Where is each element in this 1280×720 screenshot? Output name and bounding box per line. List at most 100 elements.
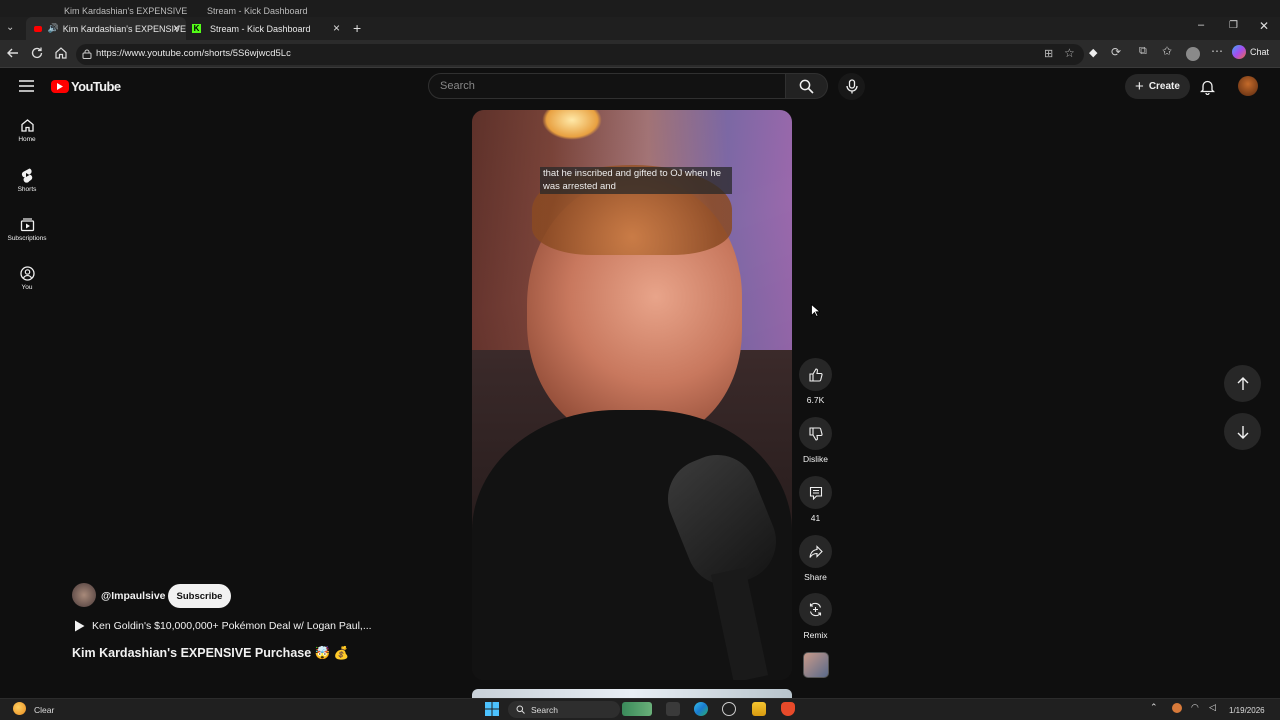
related-video-title: Ken Goldin's $10,000,000+ Pokémon Deal w…	[92, 620, 372, 632]
remix-icon	[809, 602, 822, 617]
shorts-icon	[21, 168, 33, 183]
tab-bar: ⌄ 🔊 Kim Kardashian's EXPENSIVE × K Strea…	[0, 17, 1280, 40]
comments-button[interactable]	[799, 476, 832, 509]
youtube-favicon-icon	[34, 25, 42, 32]
ghost-tab-title: Stream - Kick Dashboard	[207, 6, 308, 16]
speaker-icon: 🔊	[47, 23, 59, 33]
next-short-preview[interactable]	[472, 689, 792, 698]
sidebar-item-label: Subscriptions	[7, 235, 47, 242]
menu-icon[interactable]	[19, 80, 34, 92]
favorites-icon[interactable]: ✩	[1162, 44, 1172, 58]
wifi-icon[interactable]: ◠	[1191, 702, 1199, 713]
split-screen-icon[interactable]: ⧉	[1139, 45, 1147, 58]
play-icon	[75, 620, 85, 632]
create-button[interactable]: + Create	[1125, 74, 1190, 99]
tray-app-icon[interactable]	[1172, 703, 1182, 713]
video-caption: that he inscribed and gifted to OJ when …	[540, 167, 732, 194]
thumbs-up-icon	[808, 367, 823, 382]
home-browser-icon[interactable]	[54, 46, 68, 60]
previous-short-button[interactable]	[1224, 365, 1261, 402]
address-bar: https://www.youtube.com/shorts/5S6wjwcd5…	[0, 40, 1280, 68]
subscriptions-icon	[20, 218, 34, 232]
search-input[interactable]: Search	[428, 73, 786, 99]
notifications-bell-icon[interactable]	[1200, 79, 1215, 95]
brave-icon[interactable]	[781, 702, 795, 716]
reload-icon[interactable]	[30, 46, 44, 60]
search-placeholder: Search	[440, 80, 475, 92]
copilot-icon	[1232, 45, 1246, 59]
copilot-chat-button[interactable]: Chat	[1232, 45, 1269, 59]
short-video-player[interactable]	[472, 110, 792, 680]
youtube-logo[interactable]: YouTube	[51, 79, 121, 94]
windows-taskbar: Clear Search ⌃ ◠ ◁ 1/19/2026	[0, 698, 1280, 720]
site-info-icon[interactable]	[82, 49, 92, 59]
remix-label: Remix	[803, 630, 828, 640]
share-button[interactable]	[799, 535, 832, 568]
taskbar-search[interactable]: Search	[508, 701, 620, 718]
taskbar-widget-icon[interactable]	[622, 702, 652, 716]
tab-title: Kim Kardashian's EXPENSIVE	[62, 23, 186, 34]
voice-search-button[interactable]	[838, 73, 865, 100]
tab-kick[interactable]: K Stream - Kick Dashboard ×	[188, 17, 346, 40]
you-icon	[19, 266, 35, 281]
weather-label: Clear	[34, 705, 55, 715]
restore-icon[interactable]: ❐	[1229, 20, 1238, 31]
like-button[interactable]	[799, 358, 832, 391]
tab-close-icon[interactable]: ×	[173, 21, 180, 35]
related-video-link[interactable]: Ken Goldin's $10,000,000+ Pokémon Deal w…	[74, 620, 372, 632]
ghost-tab-title: Kim Kardashian's EXPENSIVE	[64, 6, 188, 16]
next-short-button[interactable]	[1224, 413, 1261, 450]
app-available-icon[interactable]: ⊞	[1044, 47, 1053, 60]
like-count: 6.7K	[806, 395, 825, 405]
tab-list-chevron-icon[interactable]: ⌄	[6, 22, 14, 33]
windows-start-icon[interactable]	[485, 702, 499, 716]
tray-chevron-icon[interactable]: ⌃	[1150, 702, 1158, 713]
sidebar-item-label: You	[21, 284, 33, 291]
app-circle-icon[interactable]	[722, 702, 736, 716]
comment-icon	[809, 486, 822, 500]
sidebar-item-subscriptions[interactable]: Subscriptions	[0, 217, 54, 261]
window-close-icon[interactable]: ✕	[1259, 19, 1269, 33]
thumbs-down-icon	[808, 426, 823, 441]
account-avatar[interactable]	[1238, 76, 1258, 96]
sidebar-item-home[interactable]: Home	[0, 118, 54, 162]
plus-icon: +	[1135, 77, 1144, 95]
favorite-star-icon[interactable]: ☆	[1064, 46, 1075, 60]
tab-close-icon[interactable]: ×	[333, 21, 340, 35]
profile-avatar-icon[interactable]	[1186, 47, 1200, 61]
tab-youtube[interactable]: 🔊 Kim Kardashian's EXPENSIVE ×	[26, 17, 186, 40]
share-label: Share	[804, 572, 827, 582]
arrow-down-icon	[1237, 425, 1248, 439]
task-view-icon[interactable]	[666, 702, 680, 716]
subscribe-button[interactable]: Subscribe	[168, 584, 231, 608]
more-menu-icon[interactable]: ⋯	[1211, 44, 1223, 58]
file-explorer-icon[interactable]	[752, 702, 766, 716]
extensions-icon[interactable]: ⟳	[1111, 45, 1121, 59]
url-field[interactable]: https://www.youtube.com/shorts/5S6wjwcd5…	[76, 44, 1084, 65]
kick-favicon-icon: K	[192, 24, 201, 33]
create-label: Create	[1148, 81, 1180, 92]
volume-icon[interactable]: ◁	[1209, 702, 1216, 713]
youtube-logo-text: YouTube	[71, 79, 121, 94]
minimize-icon[interactable]: –	[1198, 19, 1204, 31]
sound-thumbnail[interactable]	[803, 652, 829, 678]
channel-name[interactable]: @Impaulsive	[101, 590, 166, 602]
weather-icon[interactable]	[13, 702, 26, 715]
taskbar-date: 1/19/2026	[1229, 706, 1265, 715]
back-icon[interactable]	[6, 46, 20, 60]
dislike-button[interactable]	[799, 417, 832, 450]
sidebar-item-you[interactable]: You	[0, 266, 54, 310]
sidebar-item-shorts[interactable]: Shorts	[0, 167, 54, 211]
url-text: https://www.youtube.com/shorts/5S6wjwcd5…	[96, 48, 291, 59]
channel-avatar[interactable]	[72, 583, 96, 607]
remix-button[interactable]	[799, 593, 832, 626]
new-tab-icon[interactable]: +	[353, 20, 361, 36]
youtube-play-logo-icon	[51, 80, 69, 93]
search-icon	[799, 79, 814, 94]
edge-icon[interactable]	[694, 702, 708, 716]
arrow-up-icon	[1237, 376, 1248, 390]
extension-diamond-icon[interactable]: ◆	[1089, 46, 1097, 59]
chat-label: Chat	[1250, 47, 1270, 57]
taskbar-search-label: Search	[531, 704, 558, 715]
search-button[interactable]	[786, 73, 828, 99]
